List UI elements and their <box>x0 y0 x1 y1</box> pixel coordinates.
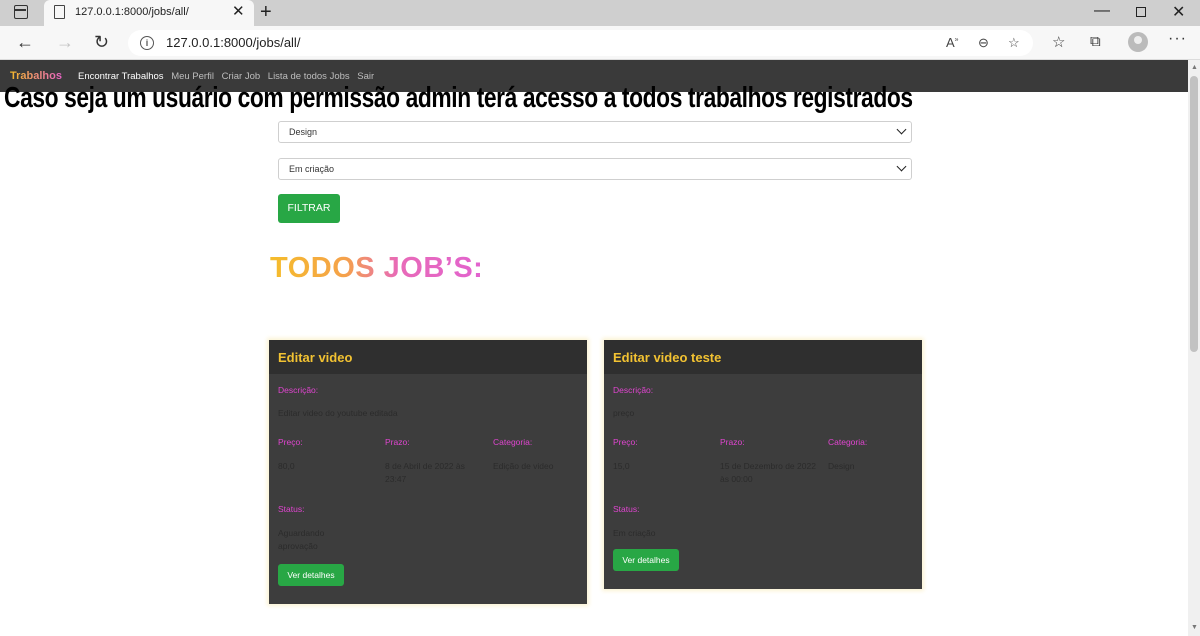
price-value: 80,0 <box>278 461 295 471</box>
new-tab-icon[interactable]: + <box>260 1 272 23</box>
nav-links: Encontrar Trabalhos Meu Perfil Criar Job… <box>78 71 379 82</box>
status-value: Em criação <box>613 528 656 538</box>
page-scrollbar[interactable]: ▲ ▼ <box>1188 60 1200 636</box>
nav-link-create-job[interactable]: Criar Job <box>222 71 261 82</box>
scroll-down-icon[interactable]: ▼ <box>1191 624 1198 631</box>
address-bar[interactable]: i 127.0.0.1:8000/jobs/all/ A» ⊖ ☆ <box>128 30 1033 56</box>
category-select[interactable]: Design <box>278 121 912 143</box>
more-icon[interactable]: ··· <box>1168 30 1187 48</box>
nav-link-all-jobs[interactable]: Lista de todos Jobs <box>268 71 350 82</box>
page-heading: TODOS JOB’S: <box>270 252 484 284</box>
nav-link-profile[interactable]: Meu Perfil <box>171 71 214 82</box>
filter-button[interactable]: FILTRAR <box>278 194 340 223</box>
status-select[interactable]: Em criação <box>278 158 912 180</box>
deadline-value: 15 de Dezembro de 2022 às 00:00 <box>720 461 816 484</box>
tab-title: 127.0.0.1:8000/jobs/all/ <box>75 6 189 18</box>
chevron-down-icon <box>896 124 907 135</box>
deadline-label: Prazo: <box>720 437 745 447</box>
minimize-icon[interactable]: — <box>1094 2 1110 20</box>
job-card: Editar video Descrição: Editar video do … <box>269 340 587 604</box>
category-label: Categoria: <box>493 437 533 447</box>
zoom-icon[interactable]: ⊖ <box>978 35 989 51</box>
job-card-header: Editar video teste <box>604 340 922 374</box>
view-details-button[interactable]: Ver detalhes <box>278 564 344 586</box>
price-label: Preço: <box>278 437 303 447</box>
back-icon[interactable]: ← <box>16 32 34 52</box>
job-card: Editar video teste Descrição: preço Preç… <box>604 340 922 589</box>
info-icon[interactable]: i <box>140 36 154 50</box>
job-card-header: Editar video <box>269 340 587 374</box>
deadline-label: Prazo: <box>385 437 410 447</box>
window-close-icon[interactable]: ✕ <box>1172 2 1185 22</box>
url-text[interactable]: 127.0.0.1:8000/jobs/all/ <box>166 35 300 50</box>
status-value: Aguardando aprovação <box>278 528 325 551</box>
browser-tabbar: 127.0.0.1:8000/jobs/all/ ✕ + — ✕ <box>0 0 1200 26</box>
description-value: preço <box>613 408 635 418</box>
description-value: Editar video do youtube editada <box>278 408 398 418</box>
forward-icon[interactable]: → <box>56 32 74 52</box>
profile-avatar[interactable] <box>1128 32 1148 52</box>
tab-actions-icon[interactable] <box>14 5 28 19</box>
status-label: Status: <box>278 504 305 514</box>
collections-icon[interactable]: ⧉ <box>1090 33 1101 50</box>
chevron-down-icon <box>896 161 907 172</box>
refresh-icon[interactable]: ↻ <box>94 32 109 52</box>
nav-link-find-jobs[interactable]: Encontrar Trabalhos <box>78 71 164 82</box>
restore-icon[interactable] <box>1136 7 1146 17</box>
overlay-caption: Caso seja um usuário com permissão admin… <box>4 82 913 114</box>
brand-link[interactable]: Trabalhos <box>10 70 62 82</box>
job-title: Editar video teste <box>613 350 722 365</box>
job-title: Editar video <box>278 350 353 365</box>
browser-toolbar: ← → ↻ i 127.0.0.1:8000/jobs/all/ A» ⊖ ☆ … <box>0 26 1200 60</box>
category-select-value: Design <box>289 127 318 137</box>
read-aloud-icon[interactable]: A» <box>946 35 959 50</box>
favorite-add-icon[interactable]: ☆ <box>1008 35 1020 51</box>
status-label: Status: <box>613 504 640 514</box>
nav-link-logout[interactable]: Sair <box>357 71 374 82</box>
category-label: Categoria: <box>828 437 868 447</box>
browser-tab[interactable]: 127.0.0.1:8000/jobs/all/ ✕ <box>44 0 254 26</box>
page-icon <box>54 5 65 19</box>
scroll-thumb[interactable] <box>1190 76 1198 352</box>
close-tab-icon[interactable]: ✕ <box>232 3 245 21</box>
price-value: 15,0 <box>613 461 630 471</box>
category-value: Design <box>828 461 855 471</box>
status-select-value: Em criação <box>289 164 335 174</box>
category-value: Edição de video <box>493 461 554 471</box>
deadline-value: 8 de Abril de 2022 às 23:47 <box>385 461 465 484</box>
view-details-button[interactable]: Ver detalhes <box>613 549 679 571</box>
description-label: Descrição: <box>613 385 654 395</box>
price-label: Preço: <box>613 437 638 447</box>
favorites-icon[interactable]: ☆ <box>1052 33 1065 51</box>
scroll-up-icon[interactable]: ▲ <box>1191 64 1198 71</box>
description-label: Descrição: <box>278 385 319 395</box>
